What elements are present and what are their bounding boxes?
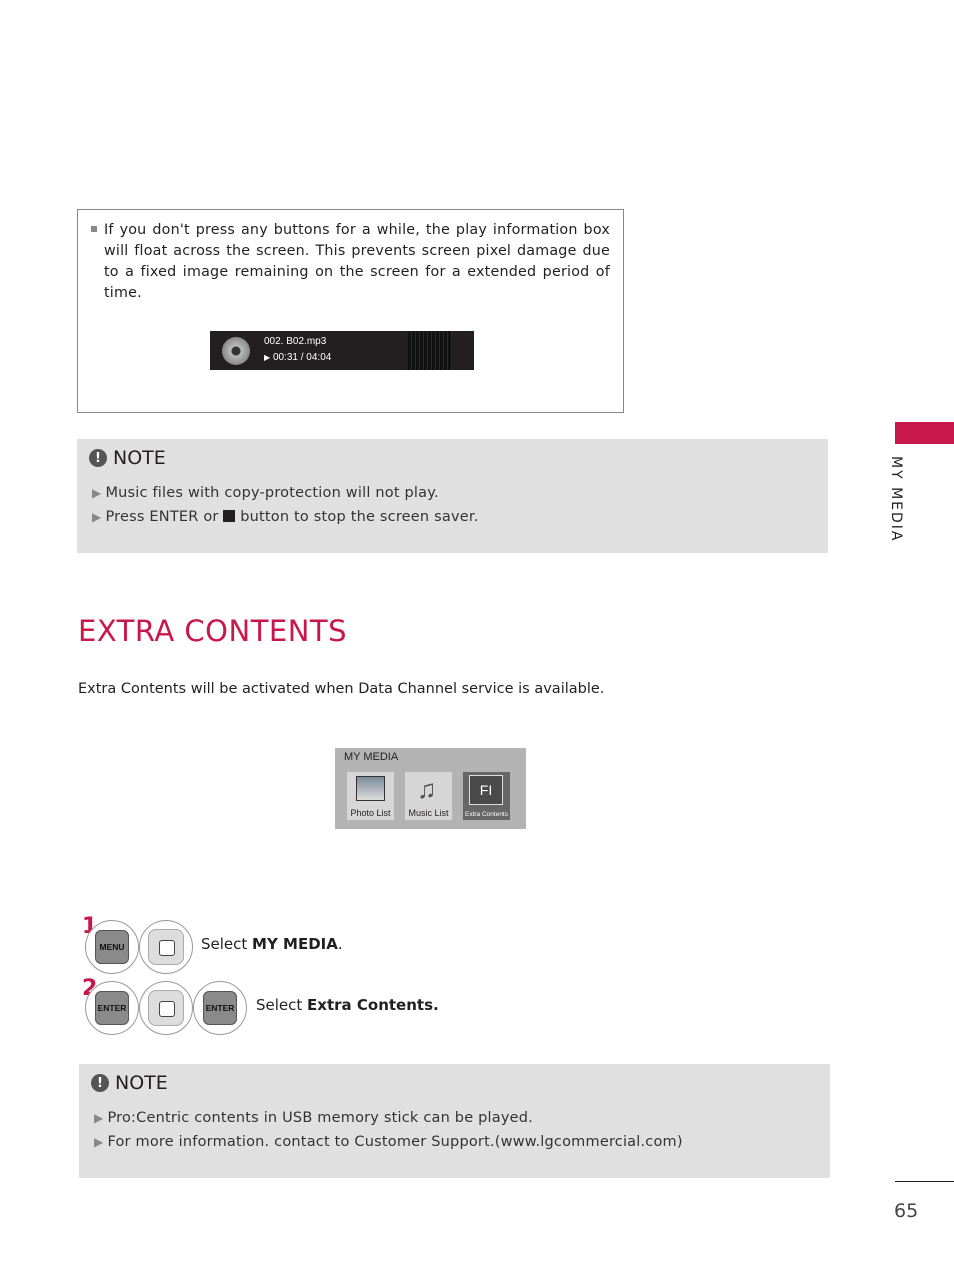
tile-photo-list[interactable]: Photo List: [347, 772, 394, 820]
music-note-icon: ♫: [417, 774, 437, 804]
intro-text: Extra Contents will be activated when Da…: [78, 681, 605, 697]
note-box: ! NOTE ▶ Pro:Centric contents in USB memor…: [79, 1064, 830, 1178]
play-info-box: 002. B02.mp3 ▶ 00:31 / 04:04: [210, 331, 474, 370]
note-item: ▶ Pro:Centric contents in USB memory stic…: [94, 1110, 533, 1126]
info-text: If you don't press any buttons for a whi…: [104, 222, 610, 301]
step-bold: Extra Contents.: [307, 996, 439, 1014]
enter-button[interactable]: ENTER: [85, 981, 139, 1035]
step-text: Select Extra Contents.: [256, 996, 439, 1014]
triangle-bullet-icon: ▶: [92, 510, 102, 524]
note-item: ▶ For more information. contact to Custom…: [94, 1134, 683, 1150]
stop-icon: [223, 510, 236, 522]
menu-button[interactable]: MENU: [85, 920, 139, 974]
menu-title: MY MEDIA: [344, 751, 399, 763]
tile-label: Music List: [408, 808, 449, 818]
dpad-icon: [148, 929, 184, 965]
enter-button-label: ENTER: [203, 991, 237, 1025]
extra-contents-icon: FI: [469, 775, 503, 805]
play-icon: ▶: [264, 353, 271, 362]
note-item-text: button to stop the screen saver.: [240, 509, 479, 525]
note-title-text: NOTE: [115, 1072, 168, 1094]
tile-music-list[interactable]: ♫ Music List: [405, 772, 452, 820]
step-prefix: Select: [201, 935, 253, 953]
my-media-menu: MY MEDIA Photo List ♫ Music List FI Extr…: [335, 748, 526, 829]
side-label: MY MEDIA: [888, 456, 904, 543]
section-heading: EXTRA CONTENTS: [78, 614, 348, 648]
note-title-text: NOTE: [113, 447, 166, 469]
filename: 002. B02.mp3: [264, 336, 327, 347]
exclamation-icon: !: [89, 449, 107, 467]
enter-button[interactable]: ENTER: [193, 981, 247, 1035]
exclamation-icon: !: [91, 1074, 109, 1092]
note-item-text: Press ENTER or: [105, 509, 219, 525]
note-box: ! NOTE ▶ Music files with copy-protection …: [77, 439, 828, 553]
divider: [895, 1181, 954, 1182]
step-suffix: .: [337, 935, 343, 953]
equalizer-icon: [408, 331, 452, 370]
step-prefix: Select: [256, 996, 308, 1014]
page-number: 65: [894, 1200, 919, 1222]
bullet-icon: [91, 226, 97, 232]
disc-icon: [222, 337, 250, 365]
photo-icon: [356, 776, 385, 801]
dpad-icon: [148, 990, 184, 1026]
note-item-text: For more information. contact to Custome…: [107, 1134, 683, 1150]
note-title: ! NOTE: [91, 1072, 168, 1094]
navigation-button[interactable]: [139, 920, 193, 974]
note-item-text: Pro:Centric contents in USB memory stick…: [107, 1110, 533, 1126]
side-tab: [895, 422, 954, 444]
time-text: 00:31 / 04:04: [272, 352, 332, 363]
tile-label: Extra Contents: [465, 811, 508, 818]
enter-button-label: ENTER: [95, 991, 129, 1025]
triangle-bullet-icon: ▶: [92, 486, 102, 500]
play-time: ▶ 00:31 / 04:04: [264, 352, 331, 363]
menu-button-label: MENU: [95, 930, 129, 964]
triangle-bullet-icon: ▶: [94, 1111, 104, 1125]
tile-extra-contents[interactable]: FI Extra Contents: [463, 772, 510, 820]
step-text: Select MY MEDIA.: [201, 935, 343, 953]
navigation-button[interactable]: [139, 981, 193, 1035]
tile-label: Photo List: [350, 808, 391, 818]
step-bold: MY MEDIA: [252, 935, 338, 953]
note-item-text: Music files with copy-protection will no…: [105, 485, 439, 501]
note-title: ! NOTE: [89, 447, 166, 469]
note-item: ▶ Press ENTER or button to stop the scree…: [92, 509, 479, 525]
triangle-bullet-icon: ▶: [94, 1135, 104, 1149]
note-item: ▶ Music files with copy-protection will n…: [92, 485, 439, 501]
